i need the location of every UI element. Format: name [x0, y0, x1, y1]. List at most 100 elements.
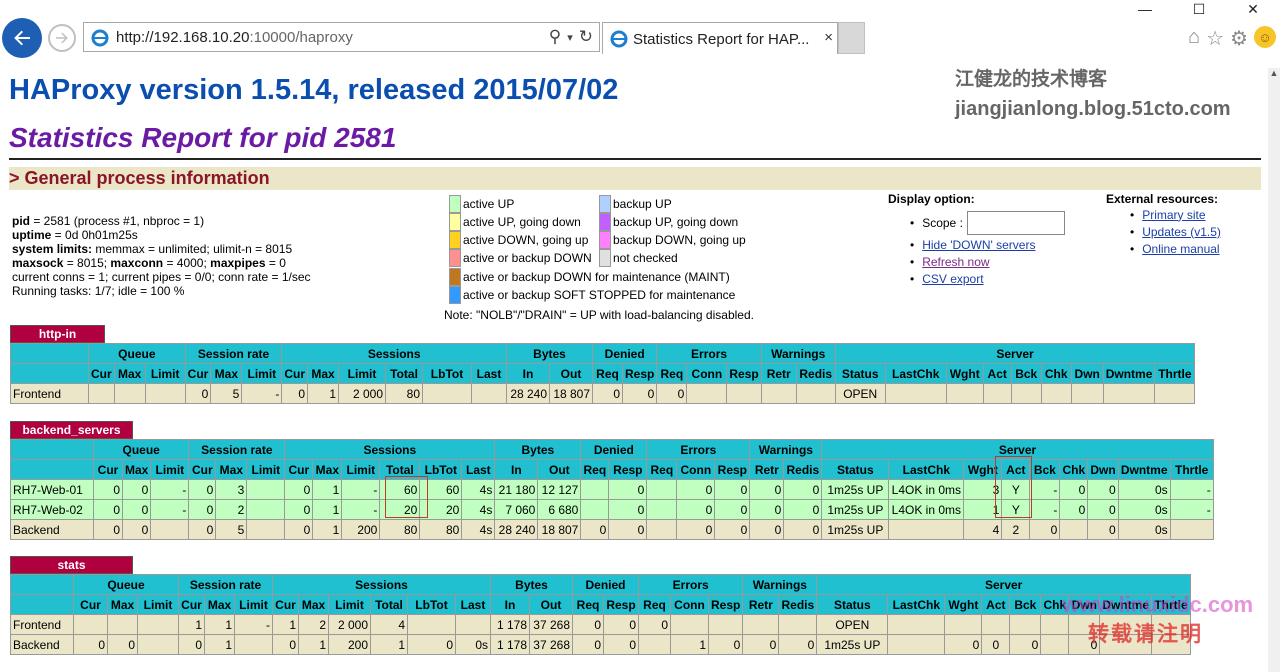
column-header: Redis: [778, 594, 818, 615]
column-header: Status: [821, 459, 890, 480]
external-resources-title: External resources:: [1106, 192, 1219, 206]
proxy-name-tab[interactable]: backend_servers: [10, 421, 133, 439]
stat-cell: 200: [328, 634, 371, 655]
column-header: Conn: [686, 363, 728, 384]
stat-cell: [1169, 519, 1214, 540]
back-button[interactable]: [2, 18, 42, 58]
group-header: Session rate: [178, 574, 273, 595]
column-header: Act: [982, 363, 1012, 384]
stat-cell: [945, 383, 984, 404]
group-header: Errors: [637, 574, 744, 595]
watermark-blog-url: jiangjianlong.blog.51cto.com: [955, 98, 1231, 120]
stat-cell: 4s: [461, 499, 496, 520]
stat-cell: 37 268: [529, 614, 573, 635]
group-header: Queue: [88, 343, 186, 364]
gear-icon[interactable]: ⚙: [1230, 26, 1248, 51]
stat-cell: 1m25s UP: [821, 499, 890, 520]
csv-export-link[interactable]: CSV export: [922, 272, 983, 286]
stat-cell: [107, 614, 138, 635]
column-header: Thrtle: [1154, 363, 1196, 384]
column-header: Max: [210, 363, 243, 384]
stat-cell: 80: [419, 519, 463, 540]
browser-tab[interactable]: Statistics Report for HAP... ×: [602, 22, 838, 54]
stat-cell: 0: [981, 634, 1011, 655]
stat-cell: 0: [272, 634, 299, 655]
table-row[interactable]: RH7-Web-01 0 0-0 3 0 1-60 60 4s 21 180 12 127 0 0 0 0…: [10, 479, 1214, 500]
stat-cell: 4: [963, 519, 1003, 540]
legend-item: active UP, going down: [449, 213, 581, 231]
stat-cell: 0: [608, 479, 648, 500]
refresh-now-link[interactable]: Refresh now: [922, 255, 989, 269]
column-header: Resp: [608, 459, 648, 480]
stat-cell: 0: [1059, 499, 1089, 520]
external-resources: External resources: Primary site Updates…: [1106, 192, 1221, 257]
column-header: Req: [638, 594, 671, 615]
stat-cell: 5: [210, 383, 243, 404]
arrow-left-icon: [14, 30, 30, 46]
group-header: Denied: [592, 343, 658, 364]
maximize-button[interactable]: ☐: [1172, 0, 1226, 18]
legend-item: backup DOWN, going up: [599, 231, 746, 249]
stat-cell: 0: [742, 634, 780, 655]
column-header: Bck: [1010, 363, 1042, 384]
stat-cell: 1: [272, 614, 299, 635]
stat-cell: 1m25s UP: [821, 519, 890, 540]
feedback-smiley-icon[interactable]: ☺: [1254, 26, 1276, 48]
group-header: Server: [834, 343, 1196, 364]
column-header: Conn: [670, 594, 709, 615]
group-header: Session rate: [184, 343, 283, 364]
online-manual-link[interactable]: Online manual: [1142, 242, 1219, 256]
updates-link[interactable]: Updates (v1.5): [1142, 225, 1221, 239]
highlight-total-box: [385, 476, 428, 518]
column-header: Wght: [944, 594, 983, 615]
forward-button[interactable]: [48, 24, 76, 52]
table-row[interactable]: RH7-Web-02 0 0-0 2 0 1-20 20 4s 7 060 6 680 0 0 0 0 0 1…: [10, 499, 1214, 520]
proxy-stats-table: Queue Session rate Sessions Bytes Denied Erro…: [10, 343, 1196, 404]
legend-item: active UP: [449, 195, 514, 213]
stat-cell: OPEN: [816, 614, 889, 635]
column-header: Out: [549, 363, 594, 384]
stat-cell: 4: [370, 614, 408, 635]
stat-cell: [1010, 383, 1042, 404]
dropdown-icon[interactable]: ▾: [567, 31, 573, 47]
stat-cell: 2: [1001, 519, 1031, 540]
row-name-cell: Backend: [10, 634, 74, 655]
stat-cell: -: [341, 479, 381, 500]
stat-cell: [471, 383, 508, 404]
display-options: Display option: Scope : Hide 'DOWN' serv…: [888, 192, 1065, 287]
table-row[interactable]: Frontend 1 1-1 2 2 000 4 1 178 37 268 0 0 0 OPEN: [10, 614, 1192, 635]
group-header: Bytes: [494, 439, 582, 460]
search-icon[interactable]: ⚲: [549, 27, 561, 47]
scope-input[interactable]: [966, 211, 1065, 235]
stat-cell: 0: [714, 499, 751, 520]
proxy-name-tab[interactable]: http-in: [10, 325, 105, 343]
address-bar[interactable]: http://192.168.10.20:10000/haproxy ⚲ ▾ ↻: [83, 22, 600, 52]
proxy-name-tab[interactable]: stats: [10, 556, 133, 574]
stat-cell: -: [1029, 479, 1061, 500]
stat-cell: 0: [656, 383, 688, 404]
table-row[interactable]: Frontend 0 5-0 1 2 000 80 28 240 18 807 0 0 0 OPEN: [10, 383, 1196, 404]
favorites-star-icon[interactable]: ☆: [1206, 26, 1224, 51]
stat-cell: -: [150, 479, 190, 500]
new-tab-button[interactable]: [838, 22, 865, 54]
stat-cell: [422, 383, 473, 404]
group-header: Bytes: [506, 343, 594, 364]
home-icon[interactable]: ⌂: [1188, 26, 1200, 51]
close-window-button[interactable]: ✕: [1226, 0, 1280, 18]
column-header: Cur: [272, 594, 299, 615]
stat-cell: 0: [603, 634, 639, 655]
stat-cell: [726, 383, 762, 404]
table-row[interactable]: Backend 0 0 0 5 0 1 200 80 80 4s 28 240 18 807 0 0 0 0 0 0…: [10, 519, 1214, 540]
hide-down-servers-link[interactable]: Hide 'DOWN' servers: [922, 238, 1035, 252]
column-header: Act: [981, 594, 1011, 615]
primary-site-link[interactable]: Primary site: [1142, 208, 1205, 222]
stat-cell: 0: [783, 499, 823, 520]
url-text[interactable]: http://192.168.10.20:10000/haproxy: [116, 29, 353, 46]
tab-close-icon[interactable]: ×: [824, 29, 833, 46]
refresh-icon[interactable]: ↻: [579, 27, 593, 47]
table-row[interactable]: Backend 0 0 0 1 0 1 200 1 0 0s 1 178 37 268 0 0 1 0 0 0 1m2…: [10, 634, 1192, 655]
column-header: Cur: [178, 594, 205, 615]
column-header: Max: [298, 594, 329, 615]
minimize-button[interactable]: —: [1118, 0, 1172, 18]
column-header: Status: [816, 594, 889, 615]
